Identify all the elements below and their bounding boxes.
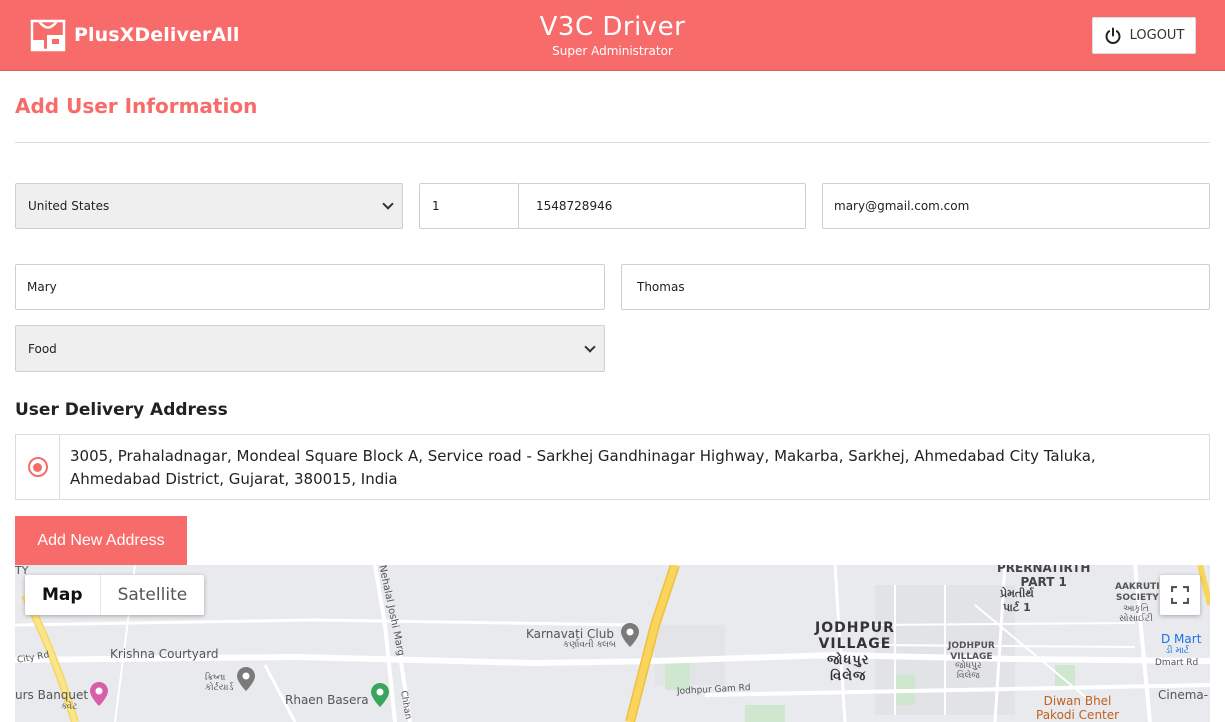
address-radio[interactable] [27,457,48,477]
phone-code-value: 1 [432,199,440,213]
power-icon [1105,27,1121,44]
map-label-aakruti-guj: આકૃતિ સોસાઈટી [1119,604,1153,624]
map-label-jodhpur-village-small-guj: જોધપુર વિલેજ [955,661,982,681]
map-label-rhaen-basera: Rhaen Basera [285,693,369,707]
address-text: 3005, Prahaladnagar, Mondeal Square Bloc… [60,435,1106,499]
delivery-address-heading: User Delivery Address [15,400,228,420]
map-label-dmart-guj: ડી માર્ટ [1165,646,1190,656]
logout-button[interactable]: LOGOUT [1092,17,1196,54]
map-label-banquet: urs Banquet [15,688,89,702]
map-label-aakruti: AAKRUTI SOCIETY [1115,582,1160,603]
address-line-1: 3005, Prahaladnagar, Mondeal Square Bloc… [70,447,1096,465]
map-pin-icon[interactable] [371,683,389,711]
map-label-krishna-courtyard-guj: ક્રિષ્ના કોર્ટયાર્ડ [205,673,234,693]
map-label-prernatirth: PRERNATIRTH PART 1 [997,565,1091,589]
chevron-down-icon [584,340,596,353]
map-label-krishna-courtyard: Krishna Courtyard [110,647,219,661]
map-label-diwan: Diwan Bhel Pakodi Center [1036,694,1120,722]
map-label-prernatirth-guj: પ્રેમતીર્થ પાર્ટ 1 [1000,587,1034,614]
map-label-jodhpur-village-small: JODHPUR VILLAGE [948,641,995,662]
map-label-cinema: Cinema- S [1158,688,1210,702]
map-label-karnavati-club-guj: કર્ણાવતી ક્લબ [563,640,617,650]
map-pin-icon[interactable] [237,667,255,695]
map-label-dmart-rd: Dmart Rd [1155,658,1199,668]
map-label-banquet-guj: ક્વેટ [61,702,78,712]
map-type-control: Map Satellite [25,575,205,615]
email-value: mary@gmail.com.com [834,199,970,213]
radio-selected-dot [33,462,42,472]
country-value: United States [28,199,110,213]
first-name-value: Mary [27,280,57,294]
map-label-jodhpur-village-guj: જોધપુર વિલેજ [827,653,870,684]
last-name-value: Thomas [637,280,685,294]
map-type-satellite-button[interactable]: Satellite [101,575,205,615]
map-label-karnavati-club: Karnavati Club [526,627,614,641]
header-title: V3C Driver [539,12,686,42]
chevron-down-icon [382,198,394,210]
divider [15,142,1210,143]
address-radio-cell[interactable] [16,435,60,499]
address-option[interactable]: 3005, Prahaladnagar, Mondeal Square Bloc… [15,434,1210,500]
add-new-address-button[interactable]: Add New Address [15,516,187,565]
country-select[interactable]: United States [15,183,403,229]
page-title: Add User Information [15,94,258,118]
map-type-map-button[interactable]: Map [25,575,101,615]
service-type-select[interactable]: Food [15,325,605,372]
first-name-field[interactable]: Mary [15,264,605,310]
top-navbar: PlusXDeliverAll V3C Driver Super Adminis… [0,0,1225,71]
map-label-dmart: D Mart [1161,632,1202,646]
map-label-jodhpur-village: JODHPUR VILLAGE [815,620,895,652]
fullscreen-icon [1171,586,1189,604]
phone-code-field[interactable]: 1 [419,183,519,229]
last-name-field[interactable]: Thomas [621,264,1210,310]
service-type-value: Food [28,341,57,356]
map-pin-icon[interactable] [90,682,108,710]
fullscreen-button[interactable] [1160,575,1200,615]
logout-label: LOGOUT [1129,28,1185,43]
phone-value: 1548728946 [536,199,613,213]
header-subtitle: Super Administrator [552,44,673,58]
map-view[interactable]: TY Nehalal Joshi Marg Karnavati Club કર્… [15,565,1210,722]
address-line-2: Ahmedabad District, Gujarat, 380015, Ind… [70,470,398,488]
map-pin-icon[interactable] [621,623,639,651]
phone-field[interactable]: 1548728946 [518,183,806,229]
email-field[interactable]: mary@gmail.com.com [822,183,1210,229]
header-title-block: V3C Driver Super Administrator [0,12,1225,58]
